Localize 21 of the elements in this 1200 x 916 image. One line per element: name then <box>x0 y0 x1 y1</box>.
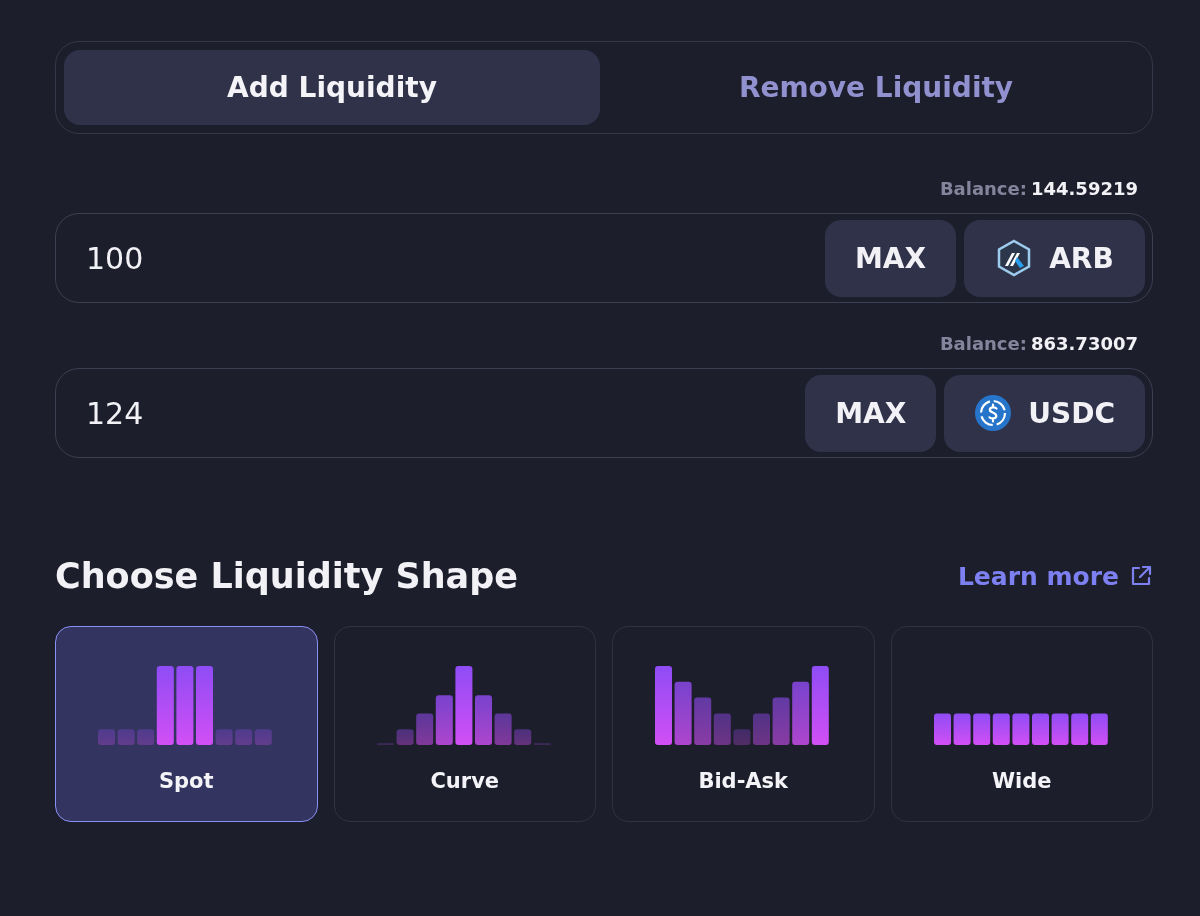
tab[interactable]: Add Liquidity <box>64 50 600 125</box>
section-heading: Choose Liquidity Shape <box>55 556 519 596</box>
balance-label: Balance: <box>939 333 1027 354</box>
shape-option-card[interactable]: Curve <box>333 626 596 822</box>
learn-more-link[interactable]: Learn more <box>957 561 1153 591</box>
hexagon-stripes-icon <box>997 239 1031 277</box>
shape-option-card[interactable]: Bid-Ask <box>612 626 875 822</box>
external-link-icon <box>1129 564 1153 588</box>
max-button[interactable]: MAX <box>824 219 956 297</box>
tab[interactable]: Remove Liquidity <box>608 50 1144 125</box>
amount-input-field[interactable]: 100 MAX ARB <box>55 213 1153 303</box>
balance-label: Balance: <box>939 178 1027 199</box>
balance-value: 863.73007 <box>1030 333 1138 354</box>
shape-option-card[interactable]: Wide <box>890 626 1153 822</box>
amount-input-field[interactable]: 124 MAX USDC <box>55 368 1153 458</box>
shape-option-card[interactable]: Spot <box>55 626 318 822</box>
dollar-coin-icon <box>975 395 1012 431</box>
max-button[interactable]: MAX <box>805 374 937 452</box>
token-select-button[interactable]: USDC <box>944 374 1145 452</box>
token-select-button[interactable]: ARB <box>964 219 1145 297</box>
balance-value: 144.59219 <box>1030 178 1138 199</box>
